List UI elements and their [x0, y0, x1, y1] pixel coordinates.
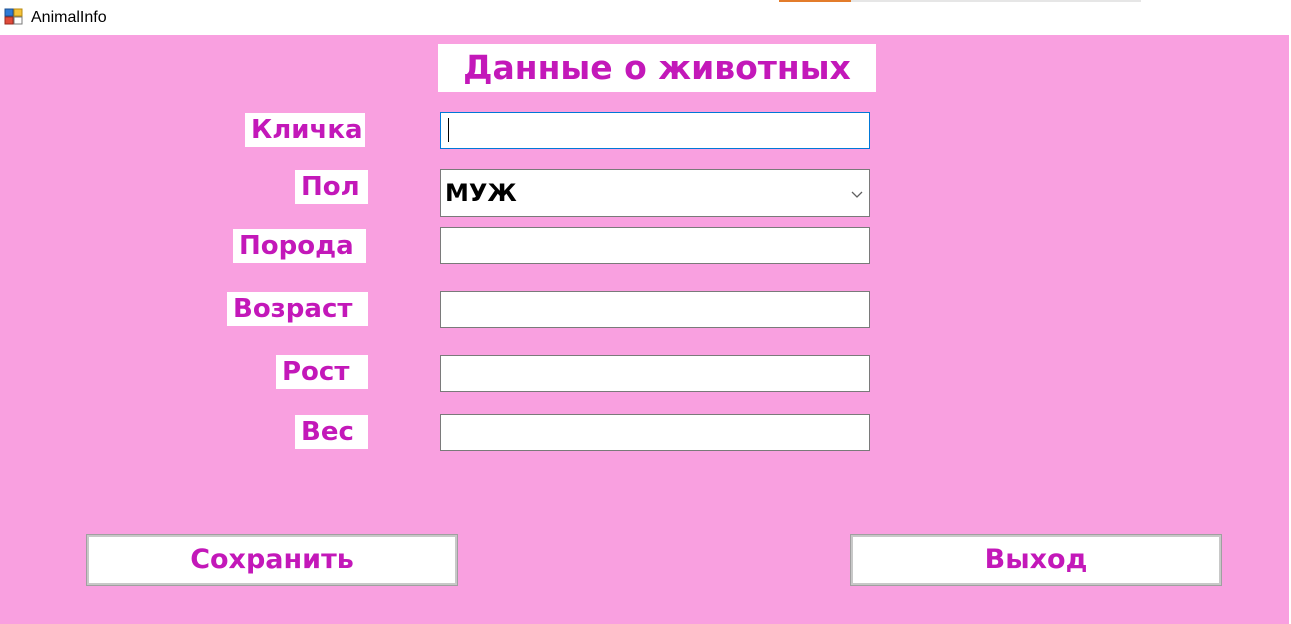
sex-selected-value: МУЖ — [445, 179, 517, 207]
sex-label: Пол — [295, 170, 368, 204]
name-label: Кличка — [245, 113, 365, 147]
breed-label: Порода — [233, 229, 366, 263]
form-heading: Данные о животных — [438, 44, 876, 92]
background-accent — [779, 0, 851, 2]
form-app-icon[interactable] — [4, 8, 24, 26]
name-input[interactable] — [440, 112, 870, 149]
height-input[interactable] — [440, 355, 870, 392]
sex-dropdown[interactable]: МУЖ — [440, 169, 870, 217]
age-input[interactable] — [440, 291, 870, 328]
chevron-down-icon[interactable] — [851, 187, 863, 199]
height-label: Рост — [276, 355, 368, 389]
window-title: AnimalInfo — [31, 9, 107, 26]
exit-button[interactable]: Выход — [850, 534, 1222, 586]
title-bar: AnimalInfo — [0, 0, 1291, 35]
text-caret — [448, 118, 449, 142]
weight-label: Вес — [295, 415, 368, 449]
save-button[interactable]: Сохранить — [86, 534, 458, 586]
breed-input[interactable] — [440, 227, 870, 264]
age-label: Возраст — [227, 292, 368, 326]
weight-input[interactable] — [440, 414, 870, 451]
